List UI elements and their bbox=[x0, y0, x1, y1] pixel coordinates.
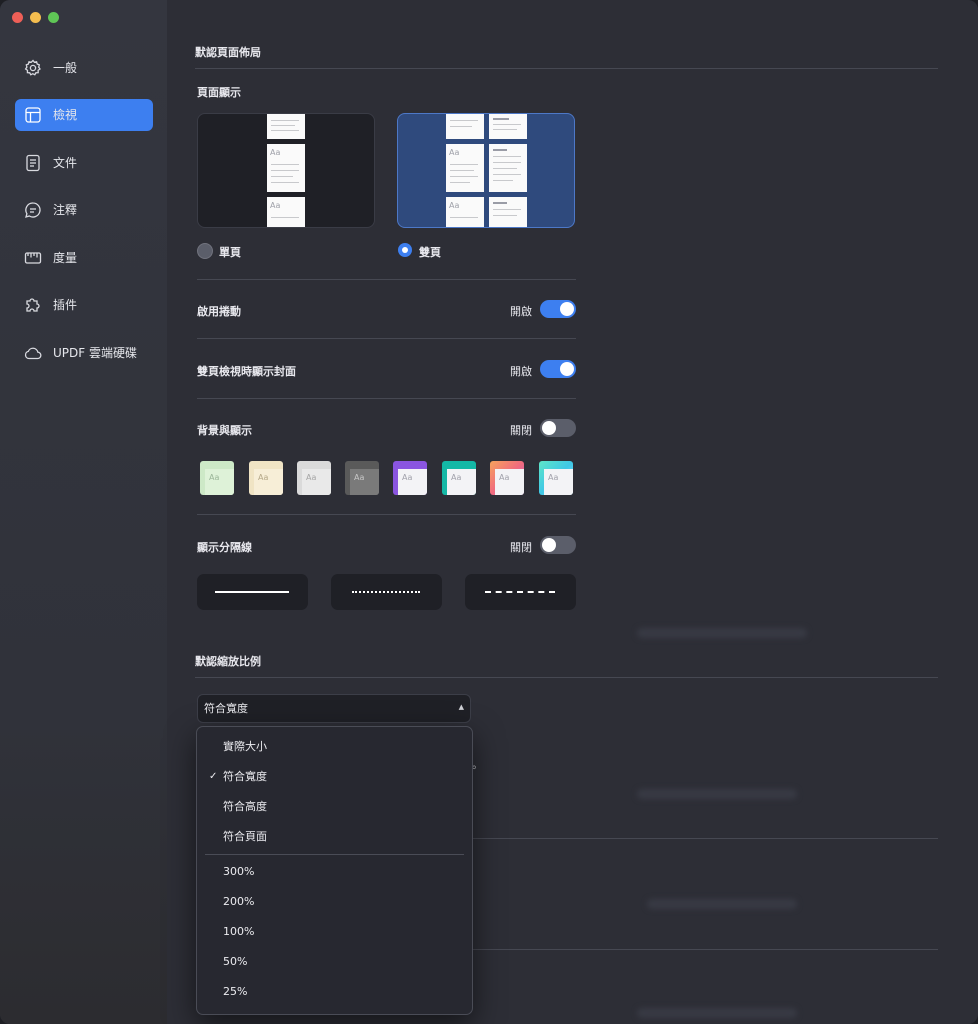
zoom-option-fit-page[interactable]: 符合頁面 bbox=[197, 824, 472, 850]
sidebar-item-label: 檢視 bbox=[53, 108, 78, 122]
blurred-row bbox=[637, 789, 797, 799]
cloud-icon bbox=[24, 347, 42, 360]
show-cover-state: 開啟 bbox=[510, 365, 532, 378]
page-thumbnail bbox=[446, 114, 484, 139]
divider bbox=[197, 338, 576, 339]
zoom-select-value: 符合寬度 bbox=[204, 702, 248, 715]
enable-scroll-label: 啟用捲動 bbox=[197, 305, 241, 318]
divider-style-dash-dot[interactable] bbox=[465, 574, 576, 610]
sidebar-item-label: 一般 bbox=[53, 61, 78, 75]
page-thumbnail: Aa bbox=[267, 197, 305, 227]
layout-icon bbox=[25, 107, 41, 123]
enable-scroll-toggle[interactable] bbox=[540, 300, 576, 318]
puzzle-icon bbox=[26, 298, 40, 312]
zoom-window-button[interactable] bbox=[48, 12, 59, 23]
divider-style-dotted[interactable] bbox=[331, 574, 442, 610]
sidebar: 一般 檢視 文件 注釋 度量 插件 UPDF 雲端硬碟 bbox=[0, 0, 167, 1024]
background-display-label: 背景與顯示 bbox=[197, 424, 252, 437]
document-icon bbox=[26, 154, 40, 172]
single-page-label: 單頁 bbox=[219, 246, 241, 259]
partial-text: 。 bbox=[472, 758, 483, 771]
divider bbox=[472, 838, 938, 839]
background-display-toggle[interactable] bbox=[540, 419, 576, 437]
blurred-row bbox=[637, 1008, 797, 1018]
sidebar-item-general[interactable]: 一般 bbox=[15, 52, 153, 84]
show-cover-toggle[interactable] bbox=[540, 360, 576, 378]
zoom-dropdown-menu: 實際大小 ✓ 符合寬度 符合高度 符合頁面 300% 200% 100% 50% … bbox=[196, 726, 473, 1015]
zoom-select[interactable]: 符合寬度 ▲ bbox=[197, 694, 471, 723]
divider bbox=[197, 279, 576, 280]
background-swatch-sunset[interactable]: Aa bbox=[490, 461, 524, 495]
page-thumbnail bbox=[489, 144, 527, 192]
page-thumbnail: Aa bbox=[446, 144, 484, 192]
show-divider-state: 關閉 bbox=[510, 541, 532, 554]
blurred-row bbox=[647, 899, 797, 909]
checkmark-icon: ✓ bbox=[209, 771, 218, 782]
single-page-layout-card[interactable]: Aa Aa bbox=[197, 113, 375, 228]
background-swatch-green[interactable]: Aa bbox=[200, 461, 234, 495]
sidebar-item-label: 度量 bbox=[53, 251, 78, 265]
sidebar-item-updf-cloud[interactable]: UPDF 雲端硬碟 bbox=[15, 337, 153, 369]
zoom-option-300[interactable]: 300% bbox=[197, 859, 472, 885]
background-display-state: 關閉 bbox=[510, 424, 532, 437]
show-divider-label: 顯示分隔線 bbox=[197, 541, 252, 554]
page-thumbnail bbox=[489, 114, 527, 139]
divider-style-solid[interactable] bbox=[197, 574, 308, 610]
sidebar-item-view[interactable]: 檢視 bbox=[15, 99, 153, 131]
zoom-option-100[interactable]: 100% bbox=[197, 919, 472, 945]
double-page-label: 雙頁 bbox=[419, 246, 441, 259]
minimize-window-button[interactable] bbox=[30, 12, 41, 23]
close-window-button[interactable] bbox=[12, 12, 23, 23]
double-page-radio[interactable] bbox=[398, 243, 412, 257]
chevron-up-icon: ▲ bbox=[458, 703, 464, 711]
section-title-default-zoom: 默認縮放比例 bbox=[195, 655, 261, 668]
zoom-option-50[interactable]: 50% bbox=[197, 949, 472, 975]
zoom-option-actual-size[interactable]: 實際大小 bbox=[197, 734, 472, 760]
sidebar-item-document[interactable]: 文件 bbox=[15, 147, 153, 179]
settings-window: 一般 檢視 文件 注釋 度量 插件 UPDF 雲端硬碟 默認頁面佈局 頁面顯示 … bbox=[0, 0, 978, 1024]
divider bbox=[197, 398, 576, 399]
divider bbox=[195, 68, 938, 69]
sidebar-item-label: 插件 bbox=[53, 298, 78, 312]
single-page-radio[interactable] bbox=[197, 243, 213, 259]
sidebar-item-measure[interactable]: 度量 bbox=[15, 242, 153, 274]
zoom-option-25[interactable]: 25% bbox=[197, 979, 472, 1005]
background-swatch-beige[interactable]: Aa bbox=[249, 461, 283, 495]
gear-icon bbox=[24, 59, 41, 76]
sidebar-item-label: 注釋 bbox=[53, 203, 78, 217]
divider bbox=[197, 514, 576, 515]
page-thumbnail: Aa bbox=[446, 197, 484, 227]
divider bbox=[472, 949, 938, 950]
comment-icon bbox=[25, 202, 41, 218]
background-swatch-aqua[interactable]: Aa bbox=[539, 461, 573, 495]
page-thumbnail bbox=[489, 197, 527, 227]
sidebar-item-label: 文件 bbox=[53, 156, 78, 170]
enable-scroll-state: 開啟 bbox=[510, 305, 532, 318]
divider bbox=[195, 677, 938, 678]
show-cover-label: 雙頁檢視時顯示封面 bbox=[197, 365, 296, 378]
blurred-row bbox=[637, 628, 807, 638]
background-swatch-purple[interactable]: Aa bbox=[393, 461, 427, 495]
page-thumbnail bbox=[267, 114, 305, 139]
background-swatch-dark-gray[interactable]: Aa bbox=[345, 461, 379, 495]
show-divider-toggle[interactable] bbox=[540, 536, 576, 554]
zoom-option-200[interactable]: 200% bbox=[197, 889, 472, 915]
zoom-option-fit-width[interactable]: ✓ 符合寬度 bbox=[197, 764, 472, 790]
menu-separator bbox=[205, 854, 464, 855]
page-thumbnail: Aa bbox=[267, 144, 305, 192]
sidebar-item-label: UPDF 雲端硬碟 bbox=[53, 346, 137, 360]
page-display-label: 頁面顯示 bbox=[197, 86, 241, 99]
background-swatch-light-gray[interactable]: Aa bbox=[297, 461, 331, 495]
zoom-option-fit-height[interactable]: 符合高度 bbox=[197, 794, 472, 820]
background-swatch-teal[interactable]: Aa bbox=[442, 461, 476, 495]
sidebar-item-plugins[interactable]: 插件 bbox=[15, 289, 153, 321]
ruler-icon bbox=[24, 252, 42, 264]
double-page-layout-card[interactable]: Aa Aa bbox=[397, 113, 575, 228]
sidebar-item-comment[interactable]: 注釋 bbox=[15, 194, 153, 226]
section-title-default-layout: 默認頁面佈局 bbox=[195, 46, 261, 59]
